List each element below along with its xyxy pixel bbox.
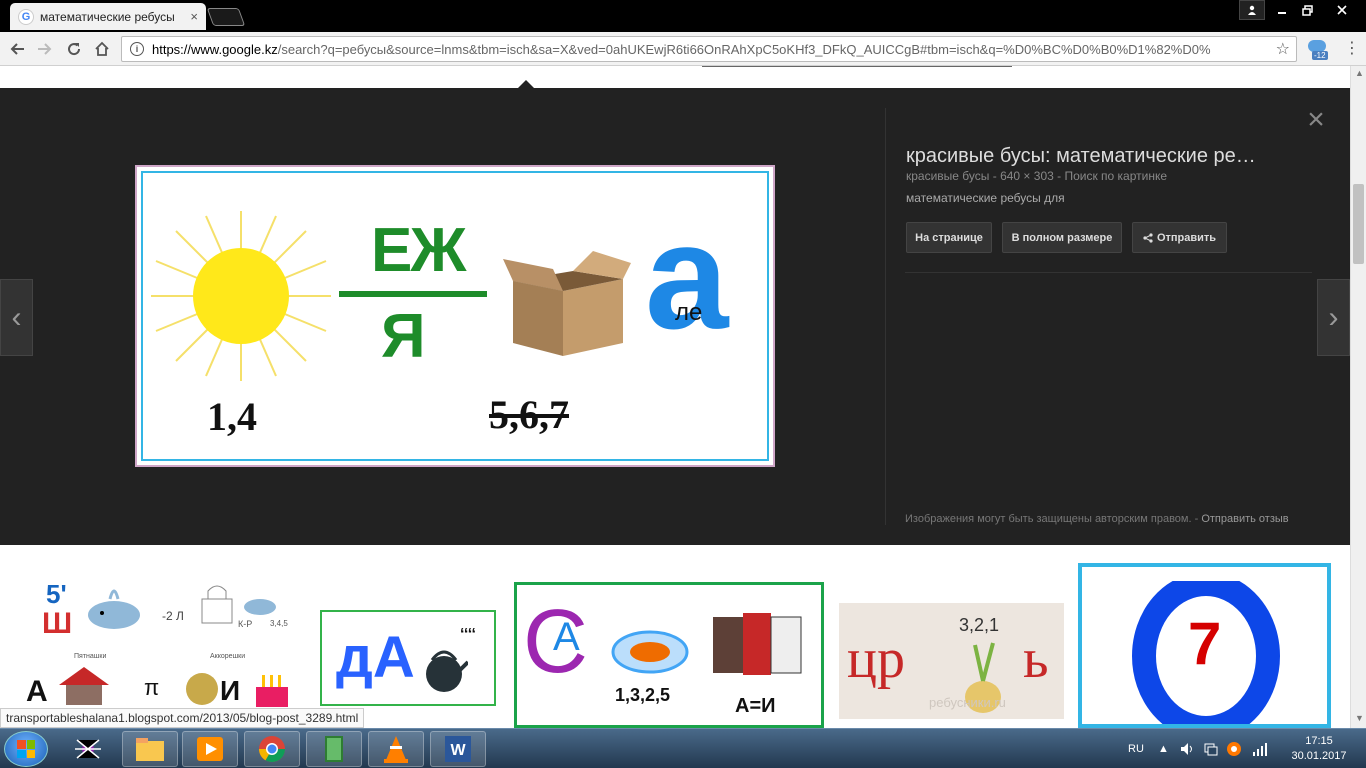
page-scrollbar[interactable]: ▲ ▼ [1350, 66, 1366, 728]
menu-icon[interactable]: ⋮ [1342, 37, 1362, 61]
back-icon[interactable] [6, 37, 30, 61]
thumbnail-row: 5' Ш -2 Л К-Р 3,4,5 Пятнашки Аккорешки А… [0, 545, 1350, 728]
image-description: математические ребусы для [906, 191, 1065, 205]
copyright-note: Изображения могут быть защищены авторски… [905, 513, 1289, 525]
cardboard-box-icon [503, 251, 631, 356]
accordion-icon [713, 613, 802, 675]
clock-date: 30.01.2017 [1291, 750, 1347, 762]
scroll-up-icon[interactable]: ▲ [1355, 68, 1364, 78]
close-window-icon[interactable] [1320, 0, 1364, 20]
info-divider [905, 272, 1312, 273]
rebus-fraction-top: ЕЖ [371, 216, 466, 285]
clock-time: 17:15 [1305, 735, 1333, 747]
forward-icon[interactable] [32, 37, 56, 61]
scroll-down-icon[interactable]: ▼ [1355, 713, 1364, 723]
language-indicator[interactable]: RU [1128, 729, 1144, 768]
scroll-thumb[interactable] [1353, 184, 1364, 264]
spider-app-icon[interactable] [60, 731, 116, 767]
kettle-icon [426, 650, 468, 692]
show-hidden-icons-icon[interactable]: ▲ [1158, 729, 1169, 768]
volume-icon[interactable] [1180, 729, 1194, 768]
windows-logo-icon [17, 740, 35, 758]
next-image-icon[interactable]: › [1317, 279, 1350, 356]
browser-titlebar: G математические ребусы × [0, 0, 1366, 32]
lock-diagram-icon [201, 585, 233, 624]
preview-image[interactable]: 1,4 ЕЖ Я 5,6,7 а ле [135, 165, 775, 467]
avast-icon[interactable] [1226, 729, 1242, 768]
word-icon[interactable]: W [430, 731, 486, 767]
signal-icon[interactable] [1252, 729, 1268, 768]
tab-close-icon[interactable]: × [190, 9, 198, 24]
system-clock[interactable]: 17:15 30.01.2017 [1283, 734, 1355, 764]
thumbnail-1[interactable]: 5' Ш -2 Л К-Р 3,4,5 Пятнашки Аккорешки А… [20, 575, 310, 728]
visit-page-button[interactable]: На странице [906, 222, 992, 253]
whale-icon [88, 589, 140, 629]
thumbnail-3[interactable]: С А 1,3,2,5 А=И [514, 582, 824, 728]
page-content: ‹ › 1,4 ЕЖ Я 5,6,7 а ле × красивые бусы:… [0, 66, 1350, 728]
reload-icon[interactable] [62, 37, 86, 61]
view-full-size-button[interactable]: В полном размере [1002, 222, 1122, 253]
tab-title: математические ребусы [40, 9, 175, 24]
weather-temp: -12 [1312, 51, 1328, 60]
status-link-preview: transportableshalana1.blogspot.com/2013/… [0, 708, 365, 728]
book-app-icon[interactable] [306, 731, 362, 767]
weather-extension-icon[interactable]: -12 [1304, 38, 1332, 62]
coin-icon [186, 673, 218, 705]
user-profile-icon[interactable] [1239, 0, 1265, 20]
cake-icon [256, 675, 288, 707]
svg-text:W: W [450, 742, 466, 759]
rebus-inner-letters: ле [675, 299, 703, 326]
divider-line [702, 66, 1012, 67]
share-label: Отправить [1156, 231, 1217, 244]
browser-toolbar: i https://www.google.kz/search?q=ребусы&… [0, 32, 1366, 66]
rebus-number-2: 5,6,7 [489, 392, 569, 437]
network-icon[interactable] [1204, 729, 1218, 768]
address-bar[interactable]: i https://www.google.kz/search?q=ребусы&… [121, 36, 1297, 62]
send-feedback-link[interactable]: Отправить отзыв [1201, 513, 1288, 525]
image-viewer-panel: ‹ › 1,4 ЕЖ Я 5,6,7 а ле × красивые бусы:… [0, 88, 1350, 545]
share-button[interactable]: Отправить [1132, 222, 1227, 253]
bookmark-star-icon[interactable]: ☆ [1276, 39, 1290, 59]
new-tab-button[interactable] [206, 8, 246, 26]
thumbnail-4[interactable]: 3,2,1 цр ь ребусники.ru [839, 603, 1064, 719]
vlc-icon[interactable] [368, 731, 424, 767]
plate-icon [611, 630, 689, 674]
close-viewer-icon[interactable]: × [1302, 105, 1330, 135]
file-explorer-icon[interactable] [122, 731, 178, 767]
thumbnail-5[interactable]: 7 [1078, 563, 1331, 728]
whale-small-icon [244, 599, 276, 615]
previous-image-icon[interactable]: ‹ [0, 279, 33, 356]
home-icon[interactable] [90, 37, 114, 61]
url-text[interactable]: https://www.google.kz/search?q=ребусы&so… [152, 42, 1270, 57]
preview-frame: 1,4 ЕЖ Я 5,6,7 а ле [141, 171, 769, 461]
share-icon [1143, 232, 1153, 243]
image-title[interactable]: красивые бусы: математические ре… [906, 145, 1306, 168]
restore-icon[interactable] [1295, 0, 1319, 20]
site-info-icon[interactable]: i [130, 42, 144, 56]
browser-tab[interactable]: G математические ребусы × [10, 3, 206, 30]
chrome-icon[interactable] [244, 731, 300, 767]
rebus-fraction-bottom: Я [381, 302, 426, 371]
screen: G математические ребусы × i https://www.… [0, 0, 1366, 768]
google-favicon-icon: G [18, 8, 34, 25]
start-button[interactable] [4, 731, 48, 767]
sun-icon [151, 211, 331, 381]
results-top-strip [0, 66, 1350, 89]
image-meta: красивые бусы - 640 × 303 - Поиск по кар… [906, 169, 1168, 183]
panel-divider [885, 108, 886, 525]
minimize-icon[interactable] [1270, 0, 1294, 20]
rebus-number-1: 1,4 [207, 394, 257, 439]
rebus-big-letter: а [645, 192, 729, 360]
house-icon [59, 667, 109, 705]
windows-taskbar: W RU ▲ 17:15 30.01.2017 [0, 728, 1366, 768]
rebus-fraction-line [339, 291, 487, 297]
thumbnail-2[interactable]: дА ‘‘‘‘ [320, 610, 496, 706]
media-player-icon[interactable] [182, 731, 238, 767]
